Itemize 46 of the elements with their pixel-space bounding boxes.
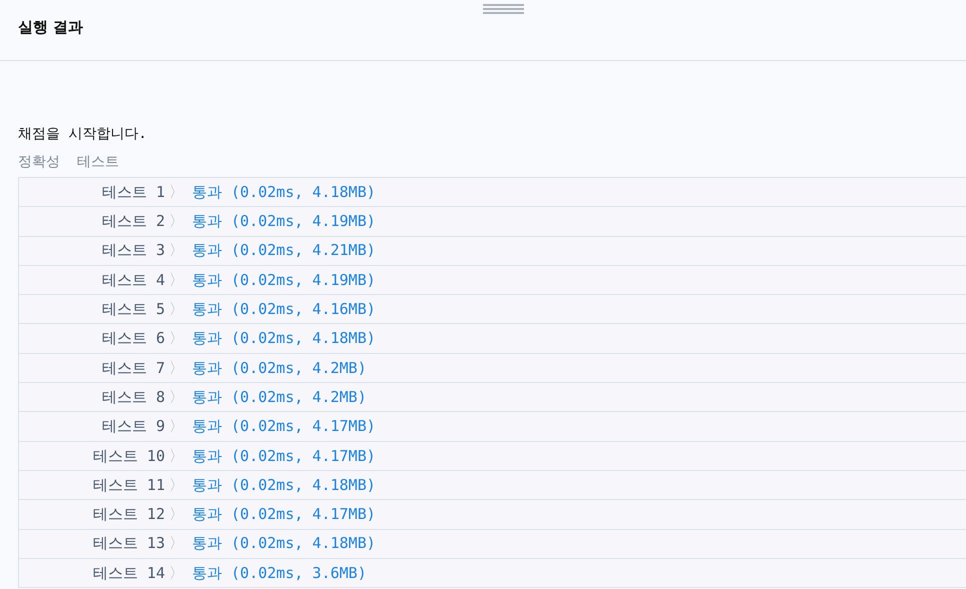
test-label: 테스트 2 xyxy=(100,211,165,232)
output-message: 채점을 시작합니다. xyxy=(18,125,147,143)
chevron-separator: 〉 xyxy=(169,446,184,467)
test-result: 통과 (0.02ms, 4.2MB) xyxy=(192,386,366,408)
test-label: 테스트 10 xyxy=(92,446,165,467)
chevron-separator: 〉 xyxy=(169,474,184,496)
test-result: 통과 (0.02ms, 4.19MB) xyxy=(192,270,376,291)
test-result: 통과 (0.02ms, 4.17MB) xyxy=(192,504,376,526)
chevron-separator: 〉 xyxy=(169,211,184,232)
chevron-separator: 〉 xyxy=(169,562,184,584)
drag-handle-icon[interactable] xyxy=(483,4,524,15)
chevron-separator: 〉 xyxy=(169,182,184,203)
test-result: 통과 (0.02ms, 4.17MB) xyxy=(192,416,376,438)
test-label: 테스트 12 xyxy=(92,504,165,526)
chevron-separator: 〉 xyxy=(169,270,184,291)
test-label: 테스트 14 xyxy=(92,562,165,584)
test-label: 테스트 6 xyxy=(100,328,165,350)
test-result: 통과 (0.02ms, 4.21MB) xyxy=(192,240,376,262)
test-label: 테스트 13 xyxy=(92,533,165,554)
test-label: 테스트 4 xyxy=(100,270,165,291)
test-result: 통과 (0.02ms, 3.6MB) xyxy=(192,562,366,584)
test-result: 통과 (0.02ms, 4.2MB) xyxy=(192,358,366,379)
chevron-separator: 〉 xyxy=(169,386,184,408)
test-label: 테스트 5 xyxy=(100,299,165,320)
test-result: 통과 (0.02ms, 4.16MB) xyxy=(192,299,376,320)
chevron-separator: 〉 xyxy=(169,240,184,262)
test-label: 테스트 1 xyxy=(100,182,165,203)
test-label: 테스트 3 xyxy=(100,240,165,262)
test-result: 통과 (0.02ms, 4.18MB) xyxy=(192,182,376,203)
test-label: 테스트 11 xyxy=(92,474,165,496)
test-label: 테스트 9 xyxy=(100,416,165,438)
test-result: 통과 (0.02ms, 4.18MB) xyxy=(192,474,376,496)
test-result: 통과 (0.02ms, 4.18MB) xyxy=(192,533,376,554)
test-result: 통과 (0.02ms, 4.19MB) xyxy=(192,211,376,232)
test-label: 테스트 8 xyxy=(100,386,165,408)
test-label: 테스트 7 xyxy=(100,358,165,379)
chevron-separator: 〉 xyxy=(169,358,184,379)
chevron-separator: 〉 xyxy=(169,328,184,350)
chevron-separator: 〉 xyxy=(169,299,184,320)
chevron-separator: 〉 xyxy=(169,533,184,554)
panel-title: 실행 결과 xyxy=(18,17,84,35)
chevron-separator: 〉 xyxy=(169,504,184,526)
section-title: 정확성 테스트 xyxy=(18,153,119,171)
chevron-separator: 〉 xyxy=(169,416,184,438)
test-result: 통과 (0.02ms, 4.17MB) xyxy=(192,446,376,467)
test-result: 통과 (0.02ms, 4.18MB) xyxy=(192,328,376,350)
